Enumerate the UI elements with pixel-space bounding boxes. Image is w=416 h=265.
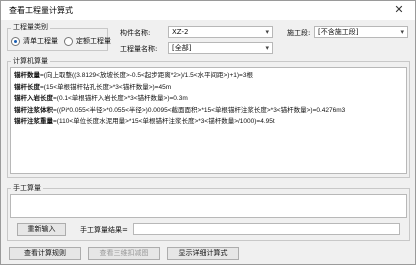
stage-select[interactable]: [不含施工段] ▾ xyxy=(314,26,408,38)
chevron-down-icon: ▾ xyxy=(265,44,269,52)
qty-name-label: 工程量名称: xyxy=(120,45,158,53)
formula-expr: =(15<单根锚杆钻孔长度>*3<锚杆数量>)=45m xyxy=(40,83,172,91)
component-name-select[interactable]: XZ-2 ▾ xyxy=(168,26,273,38)
qty-type-group-label: 工程量类别 xyxy=(11,22,50,32)
formula-line: 锚杆数量=(向上取整((3.8129<放坡长度>-0.5<起步距离*2>)/1.… xyxy=(14,70,403,82)
formula-name: 锚杆注浆重量 xyxy=(14,118,53,125)
radio-quota-qty-label: 定额工程量 xyxy=(76,37,111,45)
manual-formula-input[interactable] xyxy=(10,194,407,218)
view-rules-button[interactable]: 查看计算规则 xyxy=(9,247,81,260)
radio-quota-qty[interactable]: 定额工程量 xyxy=(64,36,111,46)
window-title: 查看工程量计算式 xyxy=(9,6,73,15)
formula-expr: =(110<单位长度水泥用量>*15<单根锚杆注浆长度>*3<锚杆数量>/100… xyxy=(53,118,275,125)
component-name-label: 构件名称: xyxy=(120,29,151,37)
chevron-down-icon: ▾ xyxy=(400,28,404,36)
stage-label: 施工段: xyxy=(287,29,311,37)
chevron-down-icon: ▾ xyxy=(265,28,269,36)
radio-unselected-icon xyxy=(64,36,73,46)
show-details-button[interactable]: 显示详细计算式 xyxy=(167,247,239,260)
formula-name: 锚杆入岩长度 xyxy=(14,95,53,102)
radio-bill-qty[interactable]: 清单工程量 xyxy=(11,36,58,46)
manual-result-field[interactable] xyxy=(133,223,400,235)
manual-result-label: 手工算量结果= xyxy=(80,226,128,234)
qty-name-value: [全部] xyxy=(172,44,192,52)
view-3d-button[interactable]: 查看三维扣减图 xyxy=(88,247,160,260)
stage-value: [不含施工段] xyxy=(318,28,359,36)
formula-name: 锚杆长度 xyxy=(14,83,40,91)
formula-expr: =(向上取整((3.8129<放坡长度>-0.5<起步距离*2>)/1.5<水平… xyxy=(40,72,253,79)
formula-expr: =((Pi*0.055<半径>*0.055<半径>)0.0095<截面面积>*1… xyxy=(53,106,346,114)
reinput-button[interactable]: 重新输入 xyxy=(17,223,66,236)
radio-selected-icon xyxy=(11,36,20,46)
formula-line: 锚杆注浆重量=(110<单位长度水泥用量>*15<单根锚杆注浆长度>*3<锚杆数… xyxy=(14,116,403,128)
formula-line: 锚杆入岩长度=(0.1<单根锚杆入岩长度>*3<锚杆数量>)=0.3m xyxy=(14,93,403,105)
title-bar: 查看工程量计算式 ✕ xyxy=(1,1,415,20)
manual-section-label: 手工算量 xyxy=(11,183,43,193)
component-name-value: XZ-2 xyxy=(172,28,189,36)
calc-formula-box[interactable]: 锚杆数量=(向上取整((3.8129<放坡长度>-0.5<起步距离*2>)/1.… xyxy=(10,67,407,174)
calc-section-label: 计算机算量 xyxy=(11,56,50,66)
formula-line: 锚杆注浆体积=((Pi*0.055<半径>*0.055<半径>)0.0095<截… xyxy=(14,105,403,117)
formula-expr: =(0.1<单根锚杆入岩长度>*3<锚杆数量>)=0.3m xyxy=(53,95,188,102)
radio-bill-qty-label: 清单工程量 xyxy=(23,37,58,45)
close-icon[interactable]: ✕ xyxy=(385,1,413,19)
formula-line: 锚杆长度=(15<单根锚杆钻孔长度>*3<锚杆数量>)=45m xyxy=(14,82,403,94)
formula-name: 锚杆数量 xyxy=(14,72,40,79)
qty-name-select[interactable]: [全部] ▾ xyxy=(168,42,273,54)
formula-name: 锚杆注浆体积 xyxy=(14,106,53,114)
calc-dialog: 查看工程量计算式 ✕ 工程量类别 清单工程量 定额工程量 构件名称: XZ-2 … xyxy=(0,0,416,265)
